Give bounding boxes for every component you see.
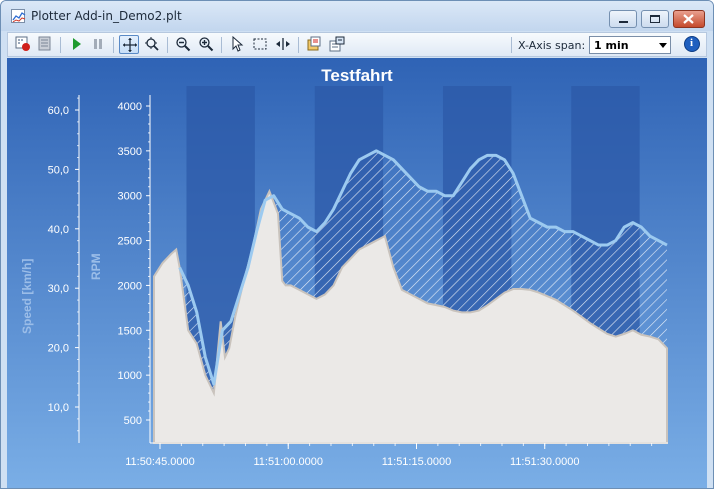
pan-icon bbox=[123, 38, 137, 52]
rpm-tick-label: 4000 bbox=[118, 101, 142, 113]
rect-select-button[interactable] bbox=[250, 35, 270, 54]
time-tick-label: 11:51:15.0000 bbox=[382, 456, 452, 468]
time-tick-label: 11:51:00.0000 bbox=[253, 456, 323, 468]
play-icon bbox=[73, 38, 81, 50]
rpm-tick-label: 3500 bbox=[118, 146, 142, 158]
rpm-axis-title: RPM bbox=[89, 253, 103, 280]
speed-tick-label: 40,0 bbox=[48, 224, 69, 236]
rpm-tick-label: 1500 bbox=[118, 325, 142, 337]
zoom-out-button[interactable] bbox=[173, 35, 193, 54]
chart-canvas: 500 1000 1500 2000 2500 3000 3500 4000 10,0 20,0 3… bbox=[48, 86, 668, 468]
rpm-tick-label: 500 bbox=[124, 415, 142, 427]
pan-button[interactable] bbox=[119, 35, 139, 54]
open-button[interactable] bbox=[304, 35, 324, 54]
plotter-toolbar: X-Axis span: 1 min i bbox=[7, 32, 707, 57]
toolbar-separator bbox=[167, 37, 168, 53]
maximize-icon bbox=[650, 15, 660, 23]
toolbar-separator bbox=[60, 37, 61, 53]
plot-area[interactable]: 500 1000 1500 2000 2500 3000 3500 4000 10,0 20,0 3… bbox=[7, 58, 707, 488]
pause-icon bbox=[94, 39, 102, 49]
chevron-down-icon bbox=[659, 43, 667, 48]
clear-button[interactable] bbox=[35, 35, 55, 54]
toolbar-separator bbox=[221, 37, 222, 53]
toolbar-separator bbox=[298, 37, 299, 53]
toolbar-separator bbox=[113, 37, 114, 53]
record-icon bbox=[15, 36, 30, 51]
close-button[interactable] bbox=[673, 10, 705, 28]
speed-axis-title: Speed [km/h] bbox=[20, 258, 34, 334]
x-axis-span-select[interactable]: 1 min bbox=[589, 36, 671, 54]
select-icon bbox=[232, 36, 244, 52]
rpm-tick-label: 2000 bbox=[118, 280, 142, 292]
zoom-in-icon bbox=[199, 37, 214, 52]
time-tick-label: 11:51:30.0000 bbox=[510, 456, 580, 468]
record-button[interactable] bbox=[13, 35, 33, 54]
title-bar[interactable]: Plotter Add-in_Demo2.plt bbox=[1, 1, 713, 31]
open-icon bbox=[307, 36, 321, 51]
speed-tick-label: 50,0 bbox=[48, 164, 69, 176]
window-title: Plotter Add-in_Demo2.plt bbox=[31, 9, 182, 23]
maximize-button[interactable] bbox=[641, 10, 669, 28]
select-button[interactable] bbox=[227, 35, 247, 54]
close-icon bbox=[683, 14, 694, 24]
fit-width-icon bbox=[276, 38, 290, 50]
clear-icon bbox=[38, 36, 51, 51]
speed-tick-label: 20,0 bbox=[48, 343, 69, 355]
play-button[interactable] bbox=[66, 35, 86, 54]
info-icon[interactable]: i bbox=[684, 36, 700, 52]
zoom-in-button[interactable] bbox=[196, 35, 216, 54]
zoom-area-icon bbox=[145, 37, 159, 51]
properties-icon bbox=[329, 36, 345, 52]
x-axis-span-value: 1 min bbox=[594, 39, 629, 52]
properties-button[interactable] bbox=[327, 35, 347, 54]
minimize-icon bbox=[619, 21, 628, 23]
rpm-tick-label: 1000 bbox=[118, 370, 142, 382]
time-tick-label: 11:50:45.0000 bbox=[125, 456, 195, 468]
speed-tick-label: 10,0 bbox=[48, 402, 69, 414]
pause-button[interactable] bbox=[88, 35, 108, 54]
zoom-out-icon bbox=[176, 37, 191, 52]
rect-select-icon bbox=[253, 38, 267, 50]
plotter-window: Plotter Add-in_Demo2.plt X-Axis span: 1 … bbox=[0, 0, 714, 489]
toolbar-separator bbox=[511, 37, 512, 53]
chart-title: Testfahrt bbox=[321, 66, 393, 85]
plotter-app-icon bbox=[11, 9, 26, 23]
zoom-area-button[interactable] bbox=[142, 35, 162, 54]
x-axis-span-label: X-Axis span: bbox=[518, 39, 586, 52]
speed-tick-label: 60,0 bbox=[48, 105, 69, 117]
fit-width-button[interactable] bbox=[273, 35, 293, 54]
rpm-tick-label: 2500 bbox=[118, 236, 142, 248]
rpm-tick-label: 3000 bbox=[118, 191, 142, 203]
minimize-button[interactable] bbox=[609, 10, 637, 28]
speed-tick-label: 30,0 bbox=[48, 283, 69, 295]
